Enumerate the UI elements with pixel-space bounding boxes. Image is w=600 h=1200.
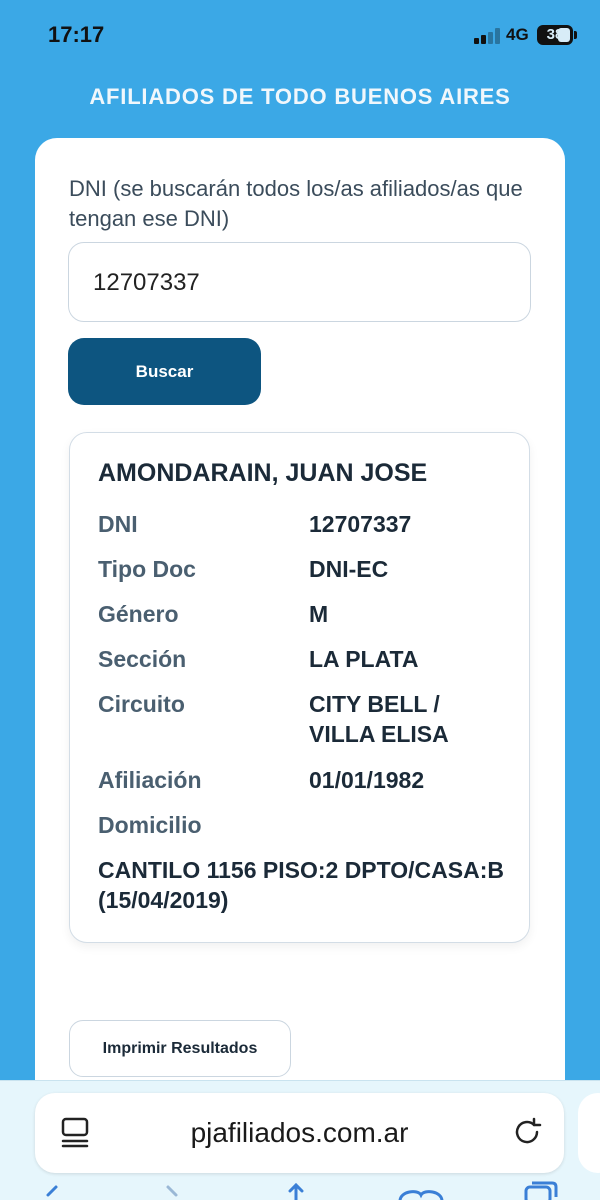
- address-bar[interactable]: pjafiliados.com.ar: [35, 1093, 564, 1173]
- field-value-circuito: CITY BELL / VILLA ELISA: [309, 691, 449, 747]
- bookmarks-icon[interactable]: [396, 1181, 446, 1200]
- signal-icon: [474, 28, 500, 44]
- forward-icon[interactable]: [160, 1181, 184, 1200]
- dni-search-input[interactable]: 12707337: [68, 242, 531, 322]
- field-label-circuito: Circuito: [98, 691, 185, 717]
- field-label-dni: DNI: [98, 511, 138, 537]
- field-value-dni: 12707337: [309, 511, 412, 537]
- url-text: pjafiliados.com.ar: [190, 1117, 409, 1148]
- field-value-afiliacion: 01/01/1982: [309, 767, 425, 793]
- battery-icon: 38: [537, 25, 577, 45]
- share-icon[interactable]: [284, 1181, 308, 1200]
- browser-nav-strip: [0, 1181, 600, 1200]
- status-time: 17:17: [48, 22, 105, 47]
- field-value-tipo-doc: DNI-EC: [309, 556, 389, 582]
- network-type: 4G: [506, 25, 529, 44]
- field-label-tipo-doc: Tipo Doc: [98, 556, 196, 582]
- search-card: DNI (se buscarán todos los/as afiliados/…: [35, 138, 565, 1138]
- dni-field-label: DNI (se buscarán todos los/as afiliados/…: [69, 176, 523, 231]
- field-label-domicilio: Domicilio: [98, 812, 202, 838]
- field-label-afiliacion: Afiliación: [98, 767, 202, 793]
- battery-level: 38: [546, 26, 564, 43]
- print-results-button[interactable]: Imprimir Resultados: [69, 1020, 291, 1077]
- field-label-seccion: Sección: [98, 646, 187, 672]
- field-value-genero: M: [309, 601, 329, 627]
- search-button[interactable]: Buscar: [68, 338, 261, 405]
- status-bar: 17:17 4G 38: [0, 0, 600, 72]
- field-value-domicilio: CANTILO 1156 PISO:2 DPTO/CASA:B (15/04/2…: [98, 857, 504, 913]
- tabs-overview-icon[interactable]: [522, 1181, 562, 1200]
- field-value-seccion: LA PLATA: [309, 646, 419, 672]
- reload-icon[interactable]: [510, 1115, 544, 1149]
- back-icon[interactable]: [40, 1181, 64, 1200]
- browser-toolbar: pjafiliados.com.ar: [0, 1080, 600, 1200]
- field-label-genero: Género: [98, 601, 179, 627]
- affiliate-name: AMONDARAIN, JUAN JOSE: [98, 459, 428, 487]
- result-card: AMONDARAIN, JUAN JOSE DNI 12707337 Tipo …: [69, 432, 530, 943]
- next-tab-preview[interactable]: [578, 1093, 600, 1173]
- page-title: AFILIADOS DE TODO BUENOS AIRES: [89, 84, 511, 109]
